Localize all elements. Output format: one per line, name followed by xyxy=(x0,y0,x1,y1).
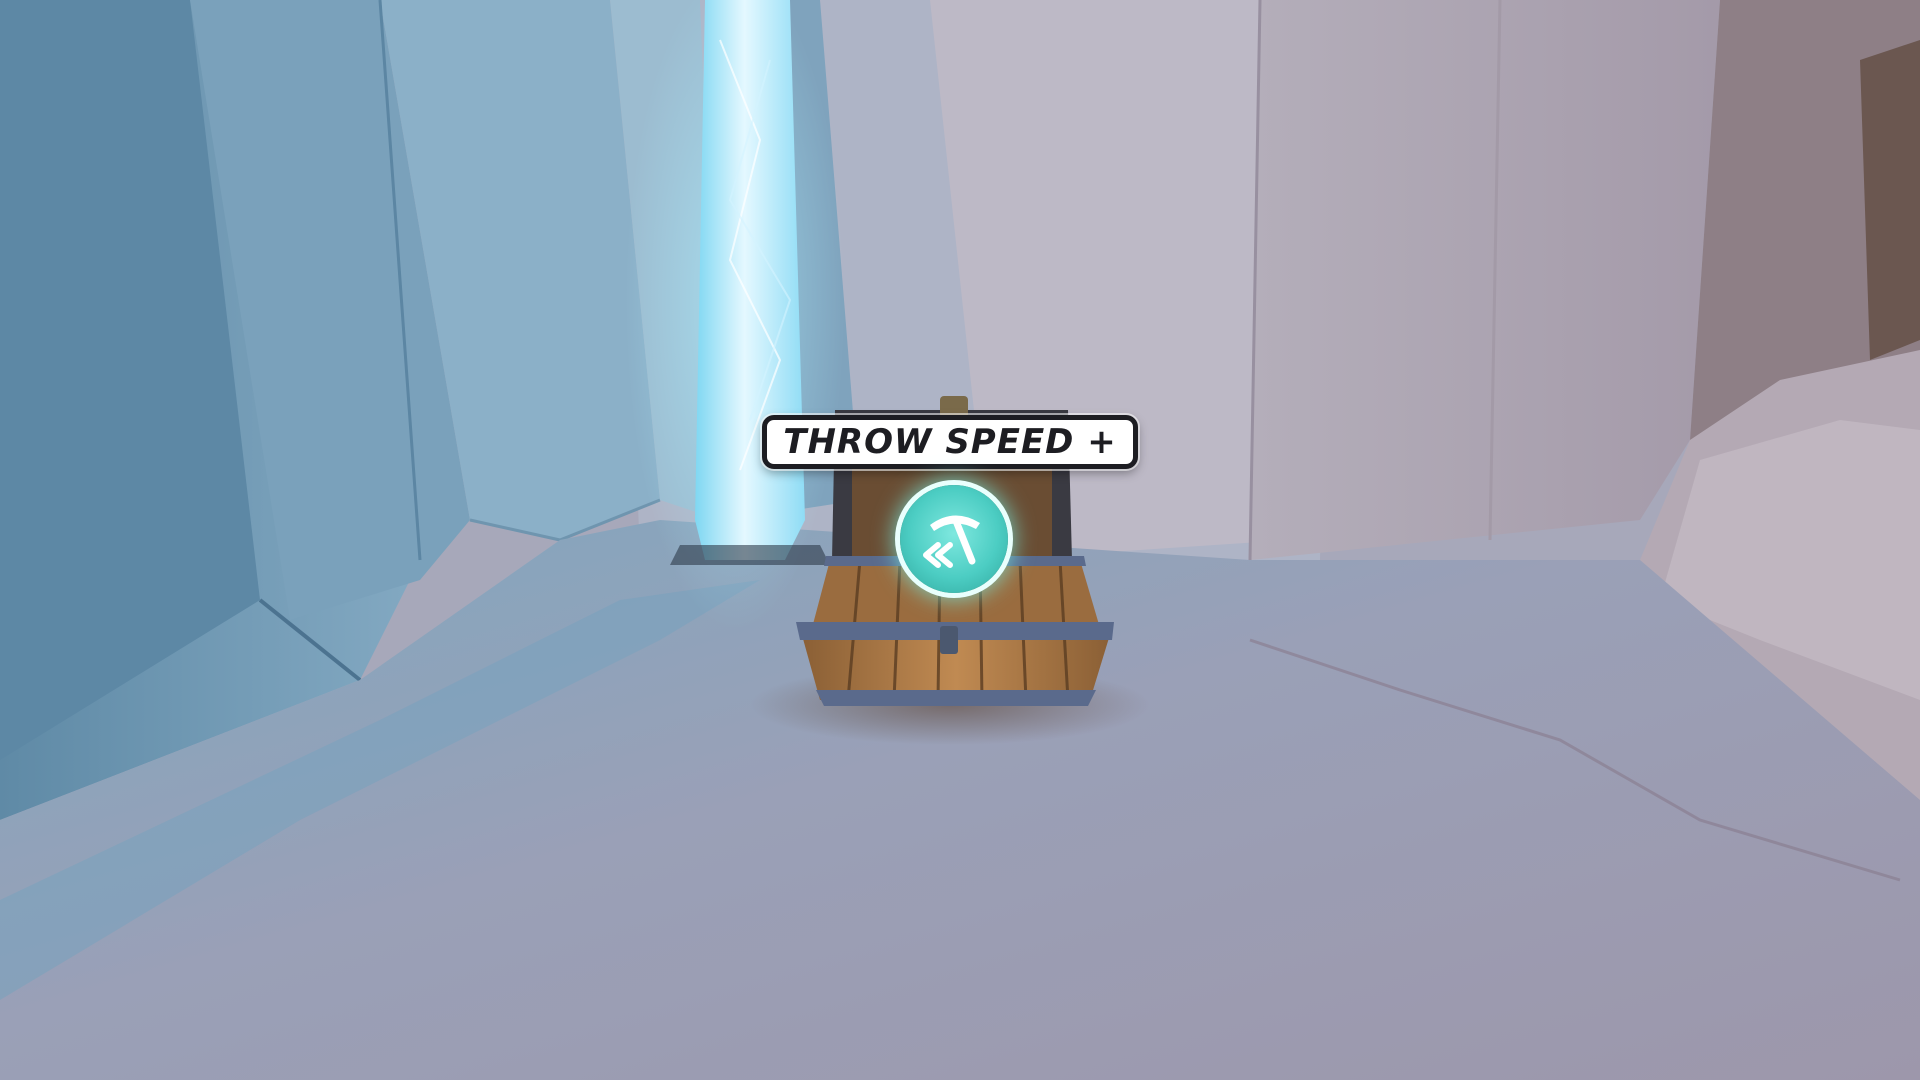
pickaxe-speed-icon xyxy=(923,515,980,568)
game-viewport: THROW SPEED + xyxy=(0,0,1920,1080)
pickup-label-text: THROW SPEED + xyxy=(783,422,1117,462)
powerup-orb[interactable] xyxy=(900,485,1008,593)
pickup-label: THROW SPEED + xyxy=(762,415,1138,469)
